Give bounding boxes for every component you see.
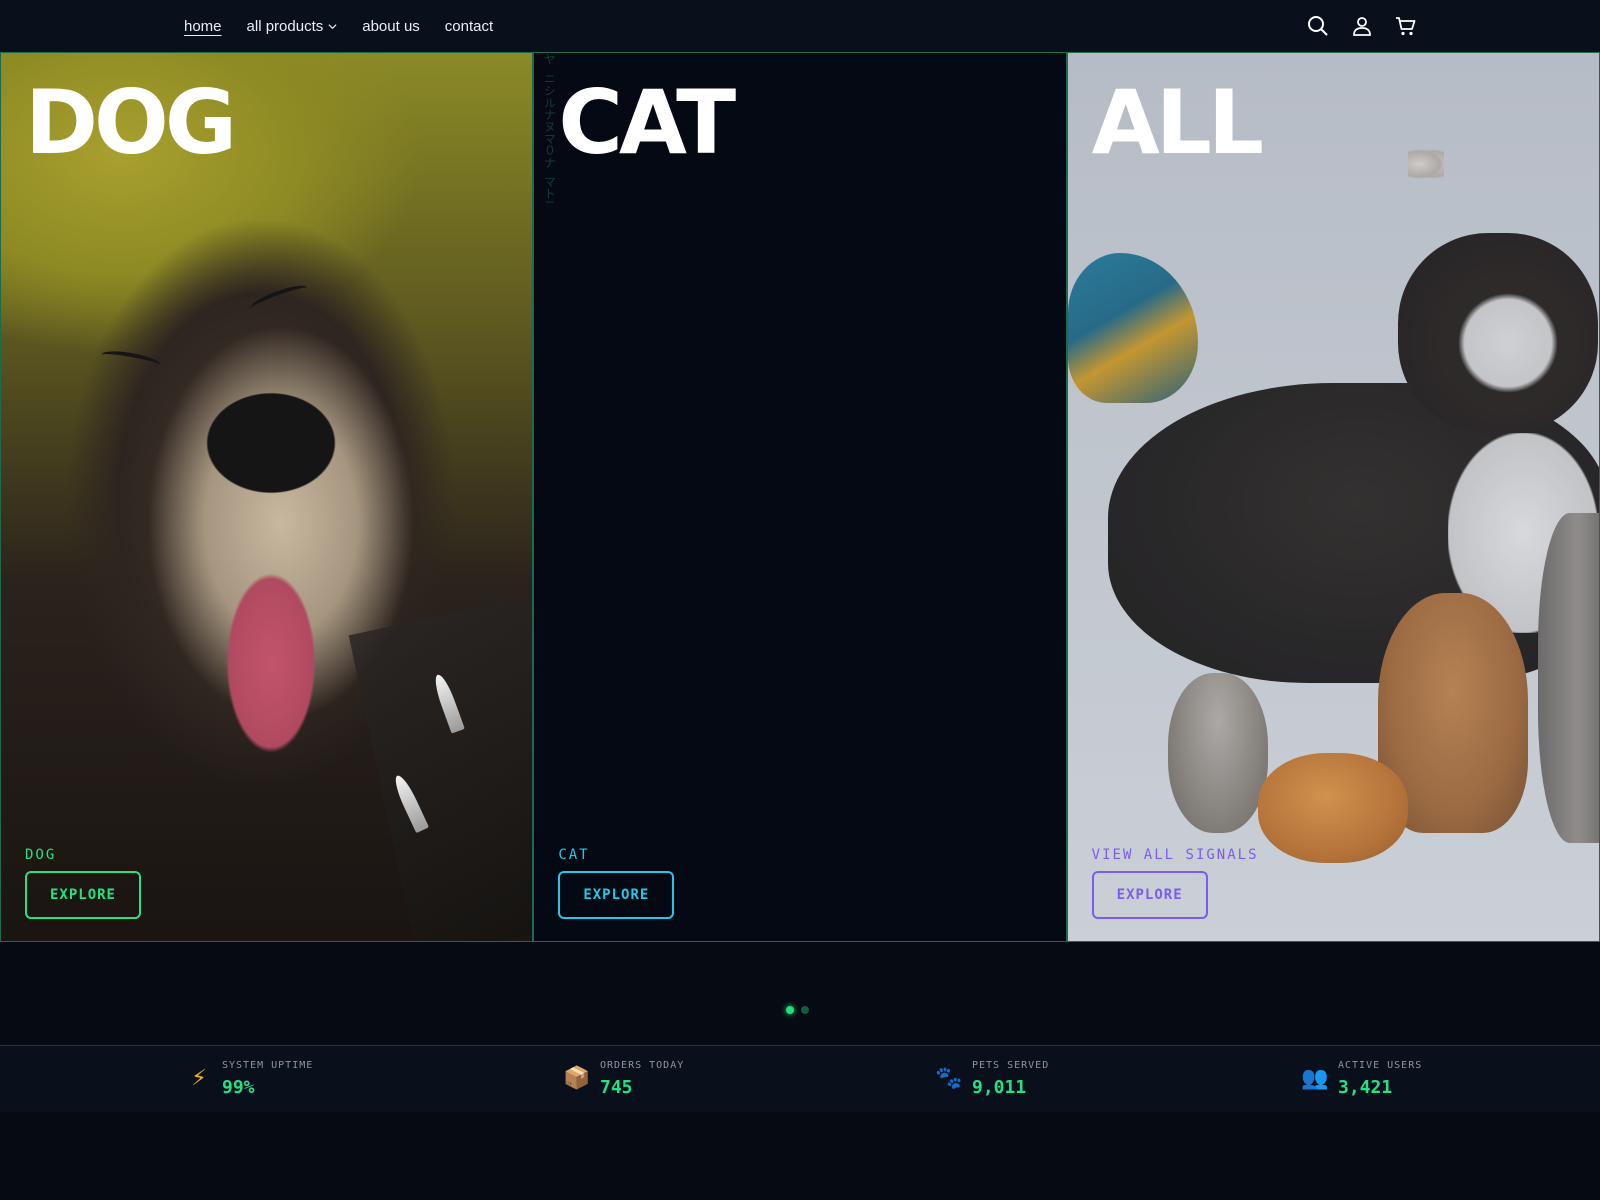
panel-subtitle: VIEW ALL SIGNALS: [1091, 847, 1259, 863]
nav-link-about-us[interactable]: about us: [362, 18, 420, 35]
category-panels: DOG DOG EXPLORE ヤ ニシルナヌマ０ナ マトヨサキコトラゾ オヌコ…: [0, 52, 1600, 942]
panel-title: DOG: [25, 71, 237, 174]
nav-link-home[interactable]: home: [184, 18, 222, 35]
stat-label: SYSTEM UPTIME: [222, 1060, 314, 1071]
panel-title: ALL: [1091, 71, 1264, 174]
nav-link-contact[interactable]: contact: [445, 18, 493, 35]
stat-value: 745: [600, 1077, 633, 1098]
cart-icon[interactable]: [1394, 14, 1418, 38]
stat-active-users: 👥 ACTIVE USERS 3,421: [1300, 1060, 1422, 1098]
stat-orders-today: 📦 ORDERS TODAY 745: [562, 1060, 684, 1098]
package-icon: 📦: [563, 1066, 591, 1091]
panel-overlay: [1067, 53, 1599, 941]
carousel-dot[interactable]: [801, 1006, 809, 1014]
chevron-down-icon: [328, 23, 337, 29]
explore-cat-button[interactable]: EXPLORE: [558, 871, 675, 919]
stat-value: 9,011: [972, 1077, 1027, 1098]
explore-all-button[interactable]: EXPLORE: [1091, 871, 1208, 919]
stat-value: 99%: [222, 1077, 255, 1098]
nav-icons: [1286, 14, 1418, 38]
carousel-dot-active[interactable]: [786, 1006, 794, 1014]
explore-dog-button[interactable]: EXPLORE: [25, 871, 141, 919]
paw-icon: 🐾: [935, 1066, 963, 1091]
stat-label: PETS SERVED: [972, 1060, 1050, 1071]
search-icon[interactable]: [1306, 14, 1330, 38]
panel-cat[interactable]: ヤ ニシルナヌマ０ナ マトヨサキコトラゾ オヌコウニヲ ０ ウメハ タクロロ ラ…: [533, 52, 1067, 942]
top-navigation: home all products about us contact: [0, 0, 1600, 53]
stat-value: 3,421: [1338, 1077, 1393, 1098]
nav-link-all-products[interactable]: all products: [247, 18, 338, 35]
nav-link-all-products-label: all products: [246, 17, 324, 35]
nav-links: home all products about us contact: [184, 0, 518, 52]
account-icon[interactable]: [1350, 14, 1374, 38]
stat-system-uptime: ⚡ SYSTEM UPTIME 99%: [184, 1060, 313, 1098]
lightning-icon: ⚡: [191, 1066, 207, 1091]
panel-all[interactable]: ALL VIEW ALL SIGNALS EXPLORE: [1066, 52, 1600, 942]
panel-dog[interactable]: DOG DOG EXPLORE: [0, 52, 534, 942]
matrix-rain: ヤ ニシルナヌマ０ナ マトヨサキコトラゾ オヌコウニヲ ０ ウメハ タクロロ ラ…: [542, 53, 555, 203]
carousel-dots: [786, 1006, 816, 1014]
panel-title: CAT: [558, 71, 736, 174]
stat-pets-served: 🐾 PETS SERVED 9,011: [934, 1060, 1049, 1098]
stat-label: ACTIVE USERS: [1338, 1060, 1423, 1071]
matrix-background: [534, 53, 1066, 941]
users-icon: 👥: [1301, 1066, 1329, 1091]
stats-bar: ⚡ SYSTEM UPTIME 99% 📦 ORDERS TODAY 745 🐾…: [0, 1045, 1600, 1112]
panel-subtitle: CAT: [558, 847, 590, 863]
panel-subtitle: DOG: [25, 847, 57, 863]
stat-label: ORDERS TODAY: [600, 1060, 685, 1071]
